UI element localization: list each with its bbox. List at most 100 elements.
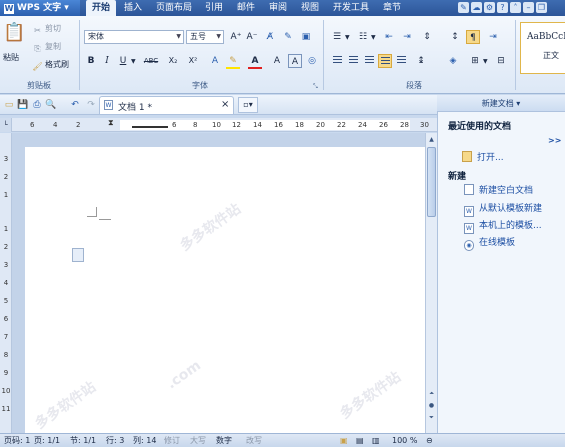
vertical-ruler[interactable]: 3 2 1 1 2 3 4 5 6 7 8 9 10 11 [0,133,12,433]
tab-sections[interactable]: 章节 [378,0,406,16]
indent-marker-icon[interactable]: ⧗ [108,118,114,128]
chevron-down-icon[interactable]: ▼ [371,34,376,41]
tab-selector-icon[interactable]: └ [0,118,12,132]
underline-button[interactable]: U [116,54,130,68]
grow-font-button[interactable]: A⁺ [229,30,243,44]
tab-page-layout[interactable]: 页面布局 [150,0,198,16]
vertical-scrollbar[interactable]: ▲ ⏶ ● ⏷ [425,133,437,433]
tab-mailings[interactable]: 邮件 [232,0,260,16]
chevron-down-icon[interactable]: ▼ [483,58,488,65]
zoom-level[interactable]: 100 % [392,434,417,447]
char-shading-icon[interactable]: A [270,54,284,68]
horizontal-ruler[interactable]: 6 4 2 ⧗ 6 8 10 12 14 16 18 20 22 24 26 2… [0,118,437,132]
tab-icon[interactable]: ⇥ [486,30,500,44]
italic-button[interactable]: I [100,54,114,68]
close-icon[interactable]: × [221,99,229,110]
open-link[interactable]: 打开... [462,151,504,165]
tab-insert[interactable]: 插入 [119,0,147,16]
chinese-layout-icon[interactable]: ⇕ [420,30,434,44]
align-left-icon[interactable] [330,54,344,68]
status-overwrite[interactable]: 改写 [246,434,262,447]
strikethrough-button[interactable]: ABC [140,54,162,68]
phonetic-icon[interactable]: ✎ [281,30,295,44]
show-marks-icon[interactable]: ¶ [466,30,480,44]
format-painter-button[interactable]: 🖌 格式刷 [32,58,69,72]
scroll-page-up-icon[interactable]: ⏶ [427,389,436,399]
restore-icon[interactable]: ❐ [536,2,547,13]
copy-button[interactable]: ⎘ 复制 [32,40,61,54]
print-preview-icon[interactable]: 🔍 [44,98,58,112]
distribute-icon[interactable] [394,54,408,68]
zoom-out-icon[interactable]: ⊖ [426,434,433,447]
bold-button[interactable]: B [84,54,98,68]
app-menu-button[interactable]: W WPS 文字 ▾ [0,0,80,16]
new-blank-document-link[interactable]: 新建空白文档 [464,184,533,198]
tab-developer[interactable]: 开发工具 [328,0,374,16]
char-spacing-icon[interactable]: ◎ [305,54,319,68]
text-effect-icon[interactable]: A [208,54,222,68]
outline-view-icon[interactable]: ▤ [356,434,364,447]
scroll-thumb[interactable] [427,147,436,217]
highlight-icon[interactable]: ✎ [226,54,240,68]
tab-references[interactable]: 引用 [200,0,228,16]
scroll-page-down-icon[interactable]: ⏷ [427,413,436,423]
gear-icon[interactable]: ⚙ [484,2,495,13]
decrease-indent-icon[interactable]: ⇤ [382,30,396,44]
scroll-up-icon[interactable]: ▲ [427,135,436,145]
tab-view[interactable]: 视图 [296,0,324,16]
print-icon[interactable]: ⎙ [30,98,44,112]
status-revise[interactable]: 修订 [164,434,180,447]
align-right-icon[interactable] [362,54,376,68]
cut-button[interactable]: ✂ 剪切 [32,22,61,36]
font-color-button[interactable]: A [248,54,262,68]
justify-icon[interactable] [378,54,392,68]
bullets-icon[interactable]: ☰ [330,30,344,44]
page-view-icon[interactable]: ▣ [340,434,348,447]
online-templates-link[interactable]: ◉ 在线模板 [464,236,515,251]
redo-icon[interactable]: ↷ [84,98,98,112]
font-name-select[interactable]: 宋体 ▼ [84,30,184,44]
web-view-icon[interactable]: ▥ [372,434,380,447]
enclosed-char-icon[interactable]: A [288,54,302,68]
chevron-down-icon[interactable]: ▼ [131,58,136,65]
cloud-icon[interactable]: ☁ [471,2,482,13]
border-icon[interactable]: ⊞ [468,54,482,68]
shading-icon[interactable]: ◈ [446,54,460,68]
ruler-tick: 6 [172,121,177,129]
dialog-launcher-icon[interactable]: ⤡ [313,83,318,91]
char-border-icon[interactable]: ▣ [299,30,313,44]
open-folder-icon[interactable]: ▭ [2,98,16,112]
chevron-down-icon[interactable]: ▼ [345,34,350,41]
new-tab-button[interactable]: ▫▾ [238,97,258,113]
expand-icon[interactable]: ˄ [510,2,521,13]
undo-icon[interactable]: ↶ [68,98,82,112]
line-spacing-icon[interactable]: ↨ [414,54,428,68]
scroll-select-icon[interactable]: ● [427,401,436,411]
tab-home[interactable]: 开始 [86,0,116,16]
embedded-object-icon[interactable] [72,248,84,262]
skin-icon[interactable]: ✎ [458,2,469,13]
font-size-select[interactable]: 五号 ▼ [186,30,224,44]
paste-icon[interactable]: 📋 [3,22,25,48]
local-templates-link[interactable]: W 本机上的模板... [464,219,542,234]
align-center-icon[interactable] [346,54,360,68]
save-icon[interactable]: 💾 [16,98,30,112]
paste-button[interactable]: 粘贴 [3,52,19,63]
superscript-button[interactable]: X² [184,54,202,68]
subscript-button[interactable]: X₂ [164,54,182,68]
document-page[interactable]: 多多软件站 .com 多多软件站 多多软件站 [25,147,425,433]
minimize-icon[interactable]: – [523,2,534,13]
sort-icon[interactable]: ↕ [448,30,462,44]
clear-format-icon[interactable]: A̸ [263,30,277,44]
task-pane-header[interactable]: 新建文档 ▾ [437,95,565,112]
tab-review[interactable]: 审阅 [264,0,292,16]
document-tab[interactable]: W 文档 1 * × [99,96,234,114]
style-normal-button[interactable]: AaBbCcI 正文 [520,22,565,74]
increase-indent-icon[interactable]: ⇥ [400,30,414,44]
from-default-template-link[interactable]: W 从默认模板新建 [464,202,542,217]
para-spacing-icon[interactable]: ⊟ [494,54,508,68]
help-icon[interactable]: ? [497,2,508,13]
shrink-font-button[interactable]: A⁻ [245,30,259,44]
numbering-icon[interactable]: ☷ [356,30,370,44]
more-button[interactable]: >> [548,136,561,145]
